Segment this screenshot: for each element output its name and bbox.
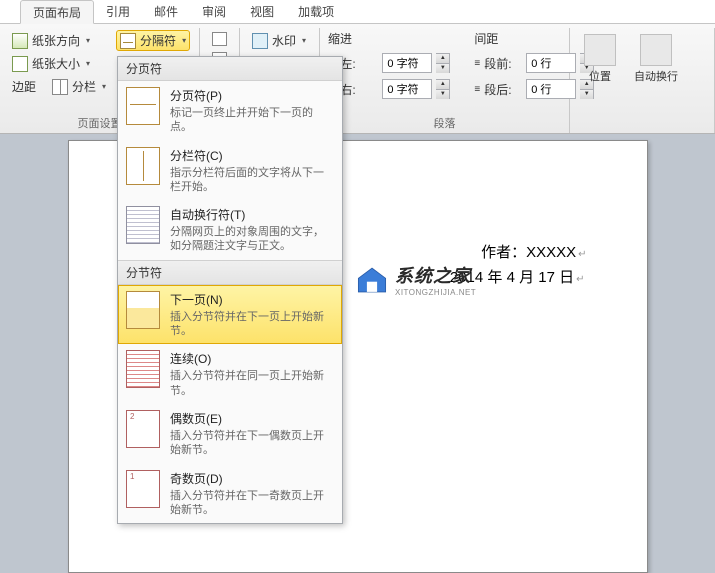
menu-item-title: 下一页(N) (170, 291, 334, 308)
menu-item-desc: 插入分节符并在下一奇数页上开始新节。 (170, 489, 334, 518)
size-label: 纸张大小 (32, 55, 80, 72)
chevron-down-icon: ▾ (102, 82, 106, 91)
tab-page-layout[interactable]: 页面布局 (20, 0, 94, 24)
chevron-down-icon: ▾ (86, 36, 90, 45)
margins-label: 边距 (12, 78, 36, 95)
line-numbers-button[interactable] (208, 30, 231, 48)
page-size-icon (12, 56, 28, 72)
position-button[interactable]: 位置 (578, 30, 622, 133)
group-arrange: 位置 自动换行 (570, 28, 715, 133)
tab-mailings[interactable]: 邮件 (142, 0, 190, 23)
menu-item-page-break[interactable]: 分页符(P) 标记一页终止并开始下一页的点。 (118, 81, 342, 141)
group-label-paragraph: 段落 (320, 115, 569, 131)
menu-item-column-break[interactable]: 分栏符(C) 指示分栏符后面的文字将从下一栏开始。 (118, 141, 342, 201)
paragraph-mark-icon: ↵ (576, 274, 584, 285)
tab-review[interactable]: 审阅 (190, 0, 238, 23)
ribbon-tabs: 页面布局 引用 邮件 审阅 视图 加载项 (0, 0, 715, 24)
column-break-icon (126, 147, 160, 185)
menu-item-title: 偶数页(E) (170, 410, 334, 427)
watermark-button[interactable]: 水印 ▾ (248, 30, 311, 51)
menu-item-desc: 插入分节符并在下一页上开始新节。 (170, 310, 334, 339)
spacing-after-input[interactable] (526, 79, 576, 99)
spacing-before-label: 段前: (484, 55, 522, 72)
breaks-icon (120, 33, 136, 49)
dropdown-section-section-breaks: 分节符 (118, 260, 342, 285)
menu-item-title: 自动换行符(T) (170, 206, 334, 223)
orientation-icon (12, 33, 28, 49)
indent-right-input[interactable] (382, 79, 432, 99)
menu-item-title: 分页符(P) (170, 87, 334, 104)
text-wrap-icon (126, 206, 160, 244)
columns-button[interactable]: 分栏 ▾ (48, 76, 110, 97)
chevron-down-icon: ▾ (86, 59, 90, 68)
house-logo-icon (355, 266, 389, 294)
paragraph-mark-icon: ↵ (578, 249, 586, 260)
menu-item-title: 连续(O) (170, 350, 334, 367)
wrap-text-icon (640, 34, 672, 66)
watermark-en: XITONGZHIJIA.NET (395, 288, 476, 297)
margins-button[interactable]: 边距 (8, 76, 40, 97)
indent-left-spinner[interactable]: ▲▼ (436, 53, 450, 73)
dropdown-section-page-breaks: 分页符 (118, 57, 342, 81)
group-paragraph: 缩进 ➡ 左: ▲▼ ⬅ 右: ▲▼ 间距 ≡ 段前: (320, 28, 570, 133)
menu-item-desc: 指示分栏符后面的文字将从下一栏开始。 (170, 166, 334, 195)
watermark-cn: 系统之家 (395, 262, 476, 288)
tab-references[interactable]: 引用 (94, 0, 142, 23)
watermark-label: 水印 (272, 32, 296, 49)
menu-item-title: 分栏符(C) (170, 147, 334, 164)
menu-item-text-wrapping[interactable]: 自动换行符(T) 分隔网页上的对象周围的文字，如分隔题注文字与正文。 (118, 200, 342, 260)
even-page-icon (126, 410, 160, 448)
indent-header: 缩进 (328, 30, 450, 47)
menu-item-desc: 插入分节符并在同一页上开始新节。 (170, 369, 334, 398)
chevron-down-icon: ▾ (302, 36, 306, 45)
author-prefix: 作者： (481, 244, 526, 261)
watermark-icon (252, 33, 268, 49)
spacing-after-icon: ≡ (474, 84, 480, 95)
author-name: XXXXX (526, 244, 576, 261)
breaks-button[interactable]: 分隔符 ▾ (116, 30, 190, 51)
menu-item-continuous[interactable]: 连续(O) 插入分节符并在同一页上开始新节。 (118, 344, 342, 404)
site-watermark: 系统之家 XITONGZHIJIA.NET (355, 262, 476, 297)
menu-item-title: 奇数页(D) (170, 470, 334, 487)
ribbon: 纸张方向 ▾ 纸张大小 ▾ 边距 分栏 ▾ (0, 24, 715, 134)
menu-item-next-page[interactable]: 下一页(N) 插入分节符并在下一页上开始新节。 (118, 285, 342, 345)
chevron-down-icon: ▾ (182, 36, 186, 45)
spacing-after-label: 段后: (484, 81, 522, 98)
page-break-icon (126, 87, 160, 125)
tab-view[interactable]: 视图 (238, 0, 286, 23)
continuous-icon (126, 350, 160, 388)
breaks-dropdown: 分页符 分页符(P) 标记一页终止并开始下一页的点。 分栏符(C) 指示分栏符后… (117, 56, 343, 524)
menu-item-desc: 插入分节符并在下一偶数页上开始新节。 (170, 429, 334, 458)
indent-right-spinner[interactable]: ▲▼ (436, 79, 450, 99)
indent-right-label: 右: (340, 81, 378, 98)
next-page-icon (126, 291, 160, 329)
orientation-button[interactable]: 纸张方向 ▾ (8, 30, 110, 51)
spacing-before-input[interactable] (526, 53, 576, 73)
wrap-text-button[interactable]: 自动换行 (628, 30, 684, 133)
orientation-label: 纸张方向 (32, 32, 80, 49)
position-icon (584, 34, 616, 66)
tab-addins[interactable]: 加载项 (286, 0, 346, 23)
odd-page-icon (126, 470, 160, 508)
menu-item-desc: 分隔网页上的对象周围的文字，如分隔题注文字与正文。 (170, 225, 334, 254)
columns-icon (52, 79, 68, 95)
columns-label: 分栏 (72, 78, 96, 95)
position-label: 位置 (589, 68, 611, 84)
breaks-label: 分隔符 (140, 32, 176, 49)
line-numbers-icon (212, 32, 227, 46)
indent-left-label: 左: (340, 55, 378, 72)
indent-left-input[interactable] (382, 53, 432, 73)
document-area: 作者：XXXXX↵ 2014 年 4 月 17 日↵ (0, 134, 715, 573)
menu-item-desc: 标记一页终止并开始下一页的点。 (170, 106, 334, 135)
size-button[interactable]: 纸张大小 ▾ (8, 53, 110, 74)
menu-item-odd-page[interactable]: 奇数页(D) 插入分节符并在下一奇数页上开始新节。 (118, 464, 342, 524)
spacing-before-icon: ≡ (474, 58, 480, 69)
wrap-label: 自动换行 (634, 68, 678, 84)
menu-item-even-page[interactable]: 偶数页(E) 插入分节符并在下一偶数页上开始新节。 (118, 404, 342, 464)
